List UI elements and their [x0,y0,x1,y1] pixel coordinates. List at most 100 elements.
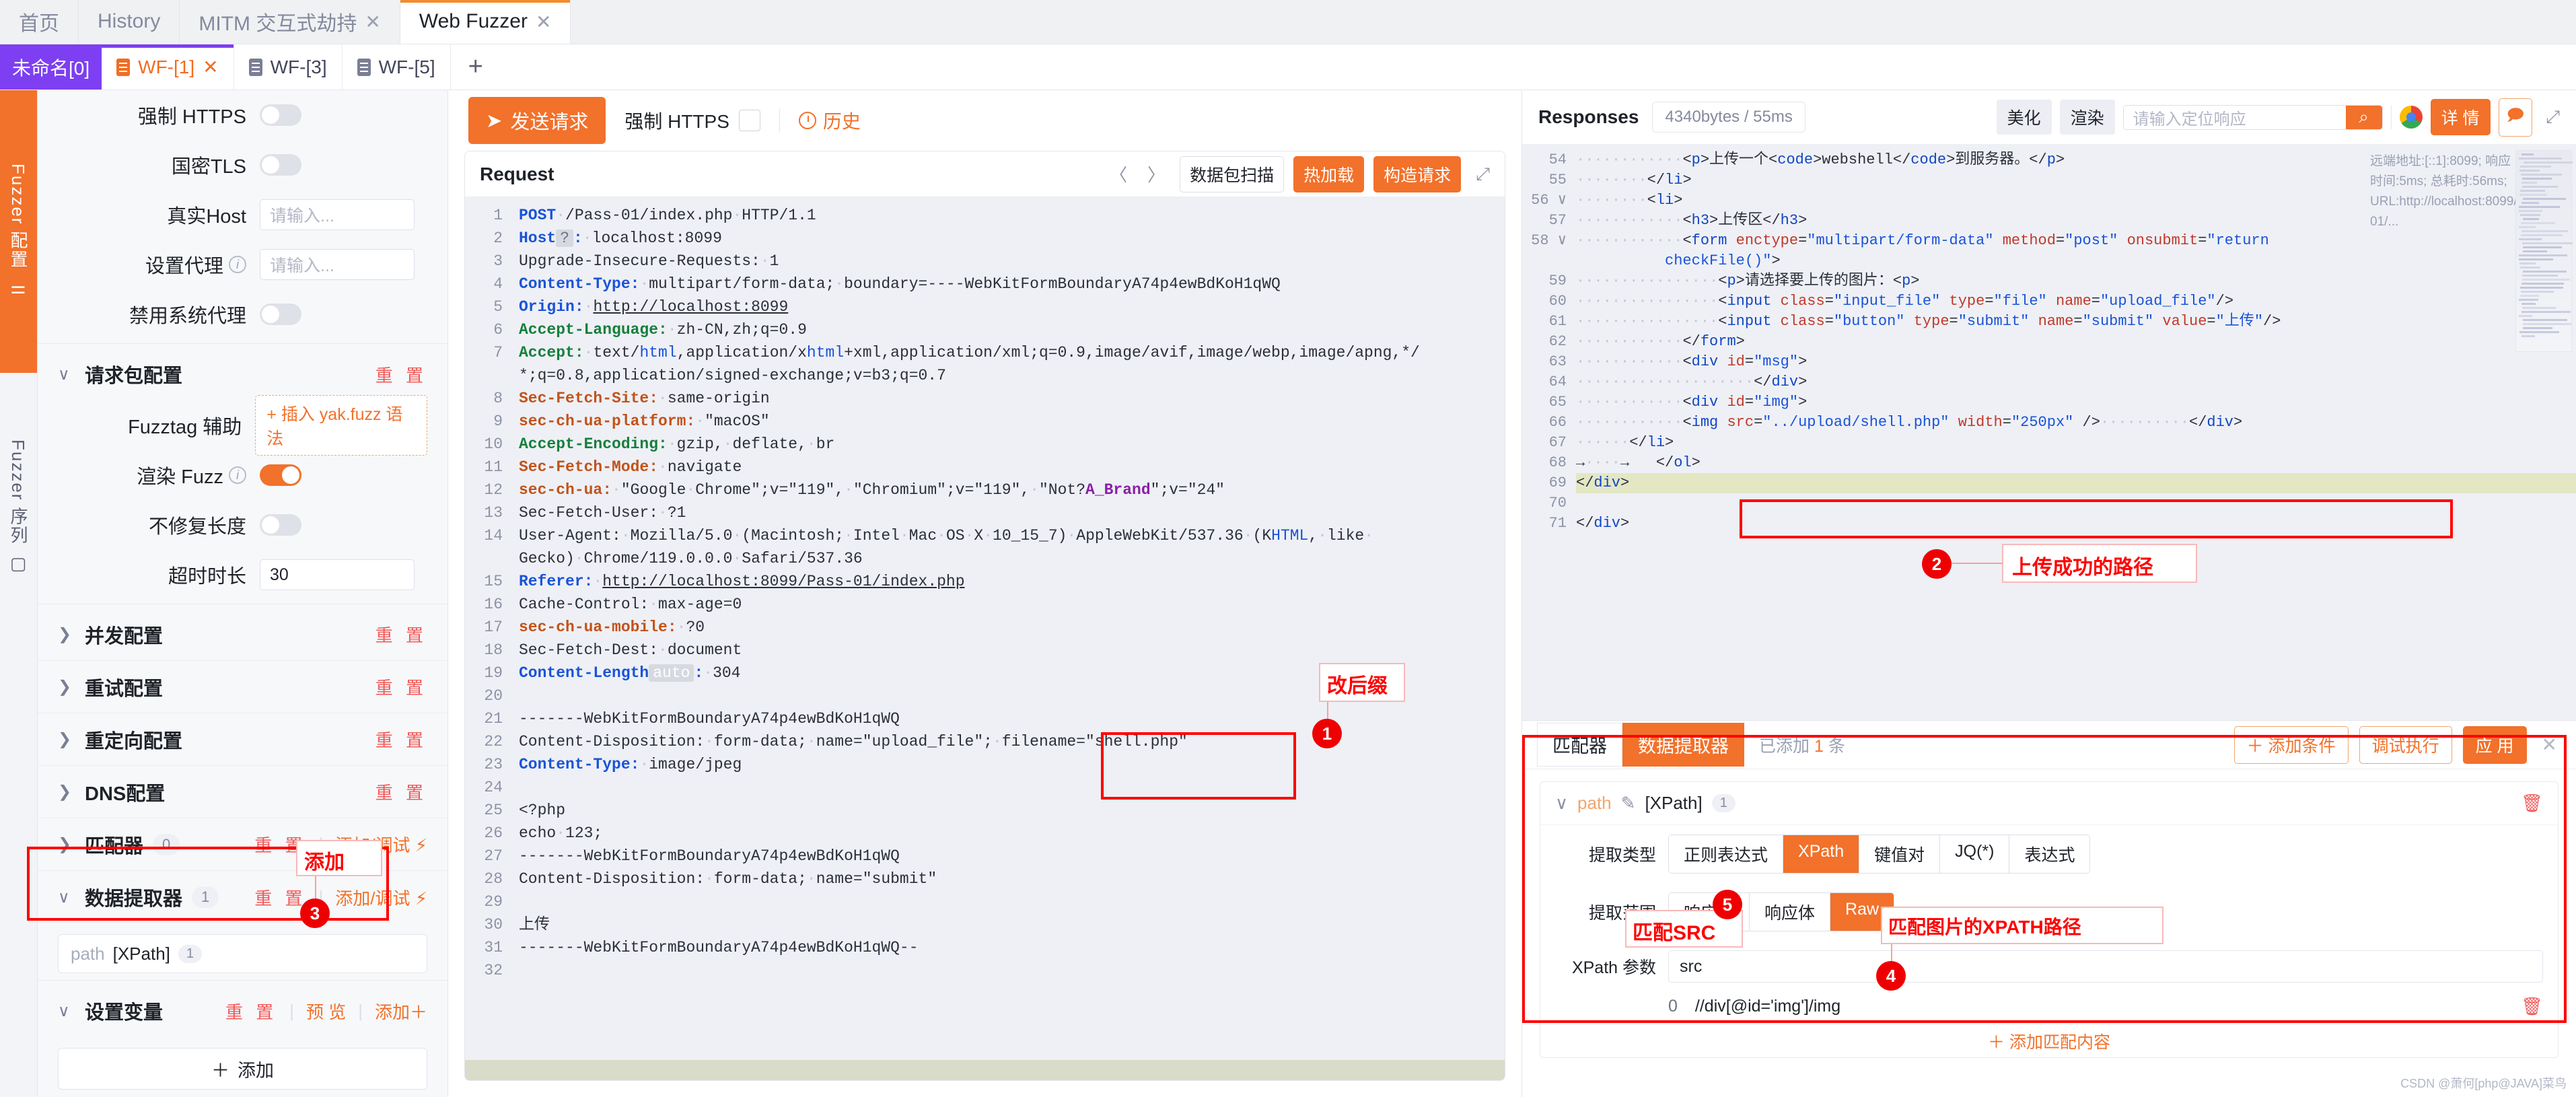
reset-button[interactable]: 重 置 [375,362,427,387]
add-tab-button[interactable]: + [451,44,501,90]
construct-request-button[interactable]: 构造请求 [1373,156,1461,192]
real-host-input[interactable]: 请输入... [260,199,415,230]
close-icon[interactable]: ✕ [536,11,551,33]
render-button[interactable]: 渲染 [2060,100,2115,135]
close-icon[interactable]: ✕ [365,11,380,33]
no-fix-length-toggle[interactable] [260,514,301,536]
top-tab-mitm[interactable]: MITM 交互式劫持 ✕ [180,0,400,44]
code-line[interactable]: sec-ch-ua:·"Google·Chrome";v="119",·"Chr… [519,479,1505,501]
code-line[interactable]: Sec-Fetch-Mode:·navigate [519,456,1505,479]
code-line[interactable] [519,959,1505,982]
code-line[interactable]: Accept:·text/html,application/xhtml+xml,… [519,341,1505,364]
expand-icon[interactable]: ⤢ [1470,164,1490,185]
code-line[interactable]: Accept-Encoding:·gzip,·deflate,·br [519,433,1505,456]
code-line[interactable]: User-Agent:·Mozilla/5.0·(Macintosh;·Inte… [519,524,1505,547]
extractor-list-item[interactable]: path [XPath] 1 [58,934,427,973]
packet-scan-button[interactable]: 数据包扫描 [1180,156,1284,192]
close-icon[interactable]: ✕ [203,56,218,78]
code-line[interactable]: ············<img src="../upload/shell.ph… [1576,413,2576,433]
code-line[interactable]: Host?:·localhost:8099 [519,227,1505,250]
wf-tab-5[interactable]: WF-[5] [343,44,451,90]
history-button[interactable]: 历史 [799,107,861,134]
send-request-button[interactable]: ➤ 发送请求 [468,97,606,144]
code-line[interactable]: Gecko)·Chrome/119.0.0.0·Safari/537.36 [519,547,1505,570]
code-line[interactable]: POST·/Pass-01/index.php·HTTP/1.1 [519,204,1505,227]
request-editor[interactable]: 1 2 3 4 5 6 7 8 9 10 11 12 13 14 15 16 17 18 19 20 21 22 23 24 2… [465,197,1505,1060]
comment-icon[interactable]: 🗩 [2499,98,2533,137]
sequence-chip[interactable]: 未命名[0] [0,44,102,90]
force-https-checkbox-row[interactable]: 强制 HTTPS [624,107,760,134]
accordion-retry[interactable]: ❯ 重试配置 重 置 [38,661,448,713]
force-https-checkbox[interactable] [739,110,760,131]
reset-button[interactable]: 重 置 [375,622,427,647]
info-icon[interactable]: i [229,466,246,484]
insert-fuzztag-button[interactable]: + 插入 yak.fuzz 语法 [255,395,427,456]
code-line[interactable]: ················<p>请选择要上传的图片：<p> [1576,271,2576,291]
code-line[interactable]: ················<input class="input_file… [1576,291,2576,312]
reset-button[interactable]: 重 置 [375,779,427,804]
response-search[interactable]: 请输入定位响应 ⌕ [2123,105,2383,130]
force-https-toggle[interactable] [260,104,301,126]
rail-fuzzer-sequence[interactable]: Fuzzer 序列 ▢ [0,373,37,642]
code-line[interactable]: sec-ch-ua-mobile:·?0 [519,616,1505,639]
proxy-input[interactable]: 请输入... [260,249,415,280]
editor-minimap[interactable] [2515,150,2572,352]
hotload-button[interactable]: 热加载 [1293,156,1364,192]
code-line[interactable]: echo·123; [519,822,1505,845]
code-line[interactable]: sec-ch-ua-platform:·"macOS" [519,410,1505,433]
top-tab-home[interactable]: 首页 [0,0,79,44]
code-line[interactable]: Accept-Language:·zh-CN,zh;q=0.9 [519,318,1505,341]
beautify-button[interactable]: 美化 [1997,100,2052,135]
prev-button[interactable]: 〈 [1104,162,1133,186]
code-line[interactable]: *;q=0.8,application/signed-exchange;v=b3… [519,364,1505,387]
response-search-input[interactable]: 请输入定位响应 [2124,106,2346,129]
code-line[interactable]: -------WebKitFormBoundaryA74p4ewBdKoH1qW… [519,936,1505,959]
accordion-concurrency[interactable]: ❯ 并发配置 重 置 [38,608,448,661]
reset-button[interactable]: 重 置 [375,727,427,752]
code-line[interactable]: ············<form enctype="multipart/for… [1576,231,2576,251]
code-line[interactable]: ············</form> [1576,332,2576,352]
detail-button[interactable]: 详 情 [2431,99,2491,135]
code-line[interactable]: ····················</div> [1576,372,2576,392]
code-line[interactable]: Content-Disposition:·form-data;·name="up… [519,730,1505,753]
code-line[interactable]: <?php [519,799,1505,822]
code-line[interactable]: -------WebKitFormBoundaryA74p4ewBdKoH1qW… [519,845,1505,868]
wf-tab-3[interactable]: WF-[3] [234,44,343,90]
code-line[interactable]: Sec-Fetch-Site:·same-origin [519,387,1505,410]
code-line[interactable] [519,776,1505,799]
code-line[interactable]: Origin:·http://localhost:8099 [519,295,1505,318]
accordion-redirect[interactable]: ❯ 重定向配置 重 置 [38,713,448,766]
timeout-input[interactable]: 30 [260,559,415,590]
add-match-content-button[interactable]: ＋ 添加匹配内容 [1540,1017,2558,1057]
reset-button[interactable]: 重 置 [225,999,277,1024]
code-line[interactable]: checkFile()"> [1576,251,2576,271]
search-icon[interactable]: ⌕ [2346,106,2382,129]
code-line[interactable] [519,890,1505,913]
code-line[interactable]: Content-Disposition:·form-data;·name="su… [519,868,1505,890]
code-line[interactable]: ············<div id="msg"> [1576,352,2576,372]
gm-tls-toggle[interactable] [260,154,301,176]
line-number[interactable]: 58 ∨ [1522,231,1567,251]
rail-fuzzer-config[interactable]: Fuzzer 配置 ⚌ [0,90,37,373]
disable-system-proxy-toggle[interactable] [260,304,301,325]
code-line[interactable]: </div> [1576,473,2576,493]
accordion-request-config[interactable]: ∨ 请求包配置 重 置 [38,348,448,400]
preview-button[interactable]: 预 览 [306,999,346,1024]
code-line[interactable]: ················<input class="button" ty… [1576,312,2576,332]
info-icon[interactable]: i [229,256,246,273]
code-line[interactable]: ············<div id="img"> [1576,392,2576,413]
add-variable-button[interactable]: 添加＋ [375,999,427,1024]
code-line[interactable]: Content-Type:·image/jpeg [519,753,1505,776]
code-line[interactable]: -------WebKitFormBoundaryA74p4ewBdKoH1qW… [519,707,1505,730]
top-tab-web-fuzzer[interactable]: Web Fuzzer ✕ [400,0,571,44]
render-fuzz-toggle[interactable] [260,464,301,486]
code-line[interactable]: Sec-Fetch-Dest:·document [519,639,1505,662]
accordion-variables[interactable]: ∨ 设置变量 重 置 | 预 览 | 添加＋ [38,985,448,1037]
reset-button[interactable]: 重 置 [375,674,427,699]
code-line[interactable]: ······</li> [1576,433,2576,453]
code-line[interactable]: Upgrade-Insecure-Requests:·1 [519,250,1505,273]
add-variable-box[interactable]: ＋ 添加 [58,1048,427,1090]
wf-tab-1[interactable]: WF-[1] ✕ [102,44,234,90]
expand-icon[interactable]: ⤢ [2540,106,2560,128]
code-line[interactable]: Sec-Fetch-User:·?1 [519,501,1505,524]
